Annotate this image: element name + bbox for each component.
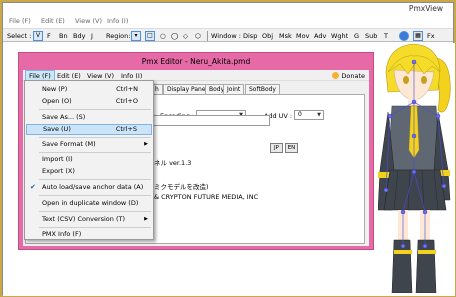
menu-item-label: Auto load/save anchor data (A) bbox=[42, 183, 144, 191]
editor-menu-info[interactable]: Info (I) bbox=[121, 72, 142, 80]
add-uv-select[interactable]: 0 ▼ bbox=[294, 110, 324, 120]
comment-line: ネル ver.1.3 bbox=[154, 159, 192, 167]
pmxview-menu-info[interactable]: Info (I) bbox=[107, 17, 128, 25]
menu-item-text-csv[interactable]: Text (CSV) Conversion (T) ▶ bbox=[26, 214, 152, 225]
model-preview-character bbox=[378, 43, 451, 293]
menu-item-open[interactable]: Open (O) Ctrl+O bbox=[26, 96, 152, 107]
menu-item-label: Open in duplicate window (D) bbox=[42, 199, 139, 207]
menu-separator bbox=[39, 109, 151, 110]
menu-item-label: Save As... (S) bbox=[42, 113, 86, 121]
chevron-down-icon: ▼ bbox=[317, 112, 321, 118]
toolbar-divider bbox=[207, 31, 208, 41]
menu-shortcut: Ctrl+O bbox=[115, 97, 138, 105]
select-face-button[interactable]: F bbox=[47, 32, 51, 40]
select-bone-button[interactable]: Bn bbox=[59, 32, 68, 40]
menu-item-label: Save (U) bbox=[43, 125, 71, 133]
donate-label: Donate bbox=[341, 72, 365, 80]
comment-line: & CRYPTON FUTURE MEDIA, INC bbox=[154, 193, 259, 201]
region-default-icon[interactable]: ▾ bbox=[131, 31, 141, 41]
menu-item-save[interactable]: Save (U) Ctrl+S bbox=[26, 124, 152, 135]
menu-item-label: Export (X) bbox=[42, 167, 75, 175]
menu-separator bbox=[39, 152, 151, 153]
menu-item-open-duplicate[interactable]: Open in duplicate window (D) bbox=[26, 198, 152, 209]
coin-icon bbox=[332, 72, 340, 79]
checkmark-icon: ✔ bbox=[30, 183, 36, 191]
pmxview-titlebar: PmxView bbox=[3, 3, 453, 15]
menu-item-label: Import (I) bbox=[42, 155, 73, 163]
window-g-button[interactable]: G bbox=[354, 32, 359, 40]
window-disp-button[interactable]: Disp bbox=[243, 32, 257, 40]
window-msk-button[interactable]: Msk bbox=[279, 32, 292, 40]
menu-separator bbox=[39, 227, 151, 228]
pmxview-menu-edit[interactable]: Edit (E) bbox=[41, 17, 65, 25]
select-vertex-button[interactable]: V bbox=[33, 31, 43, 41]
select-body-button[interactable]: Bdy bbox=[73, 32, 85, 40]
pmxview-title: PmxView bbox=[408, 4, 443, 13]
menu-item-label: Open (O) bbox=[42, 97, 72, 105]
menu-item-export[interactable]: Export (X) bbox=[26, 166, 152, 177]
menu-item-auto-anchor[interactable]: ✔ Auto load/save anchor data (A) bbox=[26, 182, 152, 193]
file-dropdown-menu: New (P) Ctrl+N Open (O) Ctrl+O Save As... … bbox=[24, 80, 154, 240]
submenu-arrow-icon: ▶ bbox=[144, 141, 148, 147]
region-label: Region: bbox=[106, 32, 131, 40]
window-t-button[interactable]: T bbox=[384, 32, 388, 40]
window-adv-button[interactable]: Adv bbox=[314, 32, 326, 40]
window-sub-button[interactable]: Sub bbox=[365, 32, 377, 40]
select-label: Select : bbox=[7, 32, 32, 40]
pmxview-menu-view[interactable]: View (V) bbox=[75, 17, 102, 25]
menu-item-save-format[interactable]: Save Format (M) ▶ bbox=[26, 139, 152, 150]
window-wght-button[interactable]: Wght bbox=[331, 32, 348, 40]
region-circle-icon[interactable]: ○ bbox=[160, 32, 166, 40]
add-uv-value: 0 bbox=[298, 111, 302, 118]
menu-item-pmx-info[interactable]: PMX Info (F) bbox=[26, 229, 152, 240]
tab-joint[interactable]: Joint bbox=[223, 84, 245, 94]
pmxview-menu-file[interactable]: File (F) bbox=[9, 17, 31, 25]
window-obj-button[interactable]: Obj bbox=[262, 32, 273, 40]
tab-softbody[interactable]: SoftBody bbox=[245, 84, 280, 94]
tab-display-pane[interactable]: Display Pane bbox=[163, 84, 210, 94]
menu-item-save-as[interactable]: Save As... (S) bbox=[26, 112, 152, 123]
pmx-editor-title: Pmx Editor - Neru_Akita.pmd bbox=[141, 57, 251, 66]
submenu-arrow-icon: ▶ bbox=[144, 216, 148, 222]
region-rect-icon[interactable]: □ bbox=[145, 31, 155, 41]
menu-item-import[interactable]: Import (I) bbox=[26, 154, 152, 165]
menu-item-label: Save Format (M) bbox=[42, 140, 96, 148]
menu-item-label: Text (CSV) Conversion (T) bbox=[42, 215, 126, 223]
region-polygon-icon[interactable]: ⬡ bbox=[195, 32, 201, 40]
donate-button[interactable]: Donate bbox=[332, 72, 365, 80]
comment-line: ミクモデルを改造) bbox=[154, 183, 209, 191]
select-joint-button[interactable]: J bbox=[91, 32, 93, 40]
menu-separator bbox=[39, 211, 151, 212]
menu-item-new[interactable]: New (P) Ctrl+N bbox=[26, 84, 152, 95]
menu-item-label: New (P) bbox=[42, 85, 68, 93]
window-mov-button[interactable]: Mov bbox=[296, 32, 309, 40]
menu-separator bbox=[39, 195, 151, 196]
menu-shortcut: Ctrl+N bbox=[116, 85, 138, 93]
menu-separator bbox=[39, 137, 151, 138]
menu-item-label: PMX Info (F) bbox=[42, 230, 82, 238]
region-ellipse-icon[interactable]: ◯ bbox=[171, 32, 178, 40]
editor-menu-edit[interactable]: Edit (E) bbox=[57, 72, 81, 80]
pmxview-menubar: File (F) Edit (E) View (V) Info (I) bbox=[3, 15, 453, 27]
pmx-editor-titlebar[interactable]: Pmx Editor - Neru_Akita.pmd bbox=[19, 53, 373, 70]
menu-shortcut: Ctrl+S bbox=[115, 125, 137, 133]
menu-separator bbox=[39, 179, 151, 180]
fx-button[interactable]: Fx bbox=[427, 32, 435, 40]
window-label: Window : bbox=[211, 32, 241, 40]
region-lasso-icon[interactable]: ◇ bbox=[183, 32, 188, 40]
editor-menu-view[interactable]: View (V) bbox=[87, 72, 114, 80]
